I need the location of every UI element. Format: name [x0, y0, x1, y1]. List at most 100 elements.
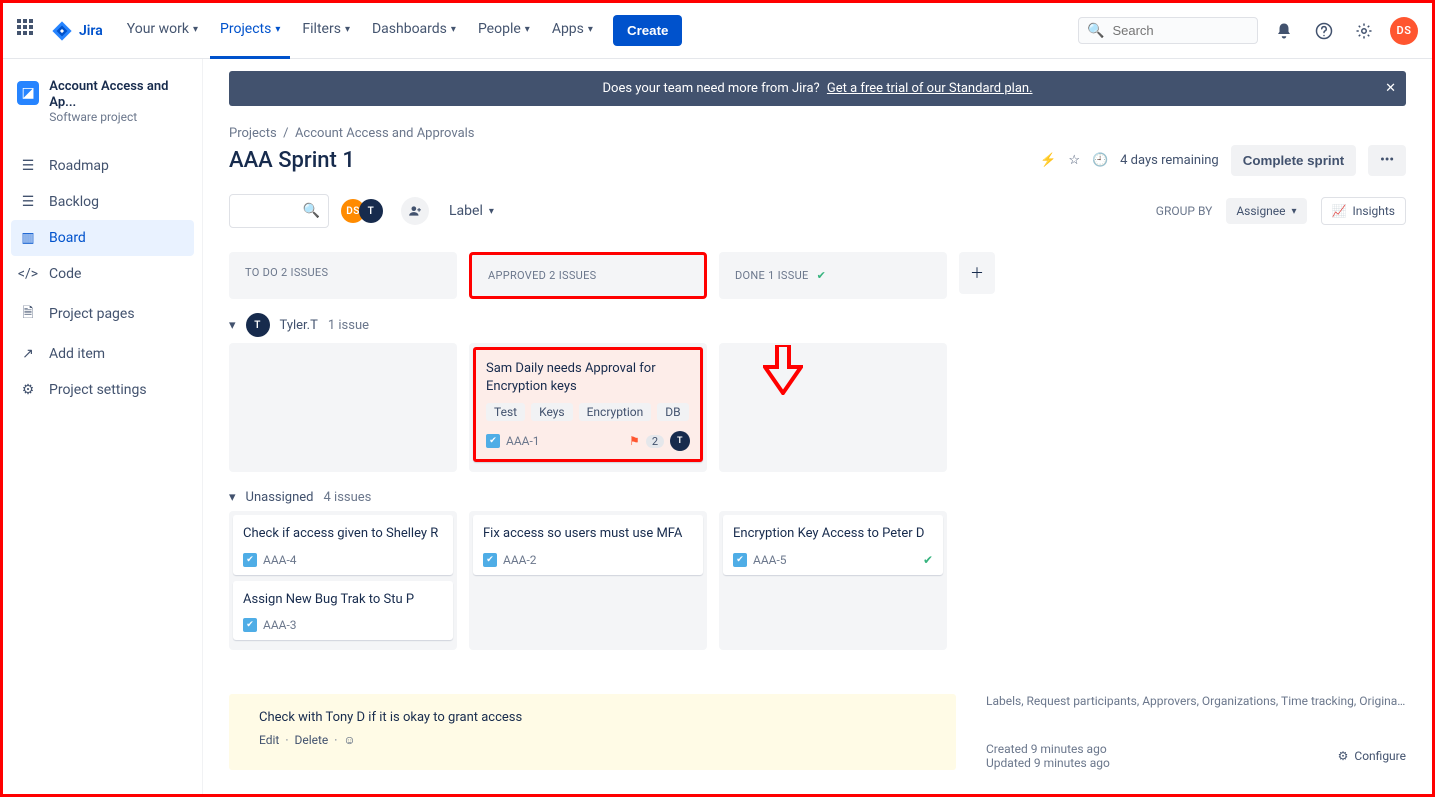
groupby-select[interactable]: Assignee▾ [1226, 198, 1306, 224]
chevron-down-icon: ▾ [345, 24, 350, 35]
card-key[interactable]: AAA-5 [753, 553, 787, 567]
nav-dashboards[interactable]: Dashboards▾ [362, 3, 466, 59]
project-icon: ◪ [17, 81, 39, 105]
card-aaa-3[interactable]: Assign New Bug Trak to Stu P ✔ AAA-3 [233, 581, 453, 641]
done-check-icon: ✔ [923, 553, 933, 567]
complete-sprint-button[interactable]: Complete sprint [1231, 145, 1356, 176]
issue-detail-strip: Check with Tony D if it is okay to grant… [229, 694, 1406, 770]
search-icon: 🔍 [303, 203, 320, 219]
configure-button[interactable]: ⚙ Configure [1338, 742, 1406, 770]
sidebar-pages[interactable]: 🗎Project pages [11, 292, 194, 336]
star-icon[interactable]: ☆ [1068, 153, 1080, 168]
sidebar-board[interactable]: ▥Board [11, 220, 194, 256]
add-icon: ↗ [19, 346, 37, 362]
card-key[interactable]: AAA-4 [263, 553, 297, 567]
chevron-down-icon: ▾ [229, 490, 236, 505]
create-button[interactable]: Create [613, 15, 683, 46]
notifications-icon[interactable] [1270, 17, 1298, 45]
chevron-down-icon: ▾ [451, 24, 456, 35]
nav-apps[interactable]: Apps▾ [542, 3, 603, 59]
lane-unassigned-done[interactable]: Encryption Key Access to Peter D ✔ AAA-5… [719, 511, 947, 650]
column-done[interactable]: DONE 1 ISSUE ✔ [719, 252, 947, 299]
sidebar-add-item[interactable]: ↗Add item [11, 336, 194, 372]
nav-people[interactable]: People▾ [468, 3, 540, 59]
breadcrumb-project[interactable]: Account Access and Approvals [295, 126, 475, 141]
user-avatar[interactable]: DS [1390, 17, 1418, 45]
swimlane-unassigned[interactable]: ▾ Unassigned 4 issues [229, 490, 1406, 505]
jira-logo[interactable]: Jira [51, 20, 103, 42]
comment-react-icon[interactable]: ☺ [343, 733, 355, 747]
task-type-icon: ✔ [733, 553, 747, 567]
swimlane-name: Tyler.T [280, 318, 318, 333]
lane-unassigned-approved[interactable]: Fix access so users must use MFA ✔ AAA-2 [469, 511, 707, 650]
banner-close-icon[interactable]: ✕ [1385, 81, 1396, 96]
project-type: Software project [49, 110, 188, 124]
card-key[interactable]: AAA-1 [506, 434, 540, 448]
card-aaa-1[interactable]: Sam Daily needs Approval for Encryption … [473, 347, 703, 462]
project-header[interactable]: ◪ Account Access and Ap... Software proj… [11, 79, 194, 138]
label-filter[interactable]: Label▾ [449, 203, 494, 219]
card-title: Check if access given to Shelley R [243, 525, 443, 543]
add-column-button[interactable]: ＋ [959, 252, 995, 294]
banner-link[interactable]: Get a free trial of our Standard plan. [827, 81, 1033, 96]
tag[interactable]: Keys [531, 403, 573, 421]
automation-icon[interactable]: ⚡ [1040, 153, 1056, 168]
card-assignee-avatar[interactable]: T [670, 431, 690, 451]
card-title: Fix access so users must use MFA [483, 525, 693, 543]
global-search[interactable]: 🔍 [1078, 17, 1258, 44]
created-label: Created 9 minutes ago [986, 742, 1110, 756]
card-aaa-2[interactable]: Fix access so users must use MFA ✔ AAA-2 [473, 515, 703, 575]
board-columns: TO DO 2 ISSUES APPROVED 2 ISSUES DONE 1 … [229, 252, 1406, 299]
card-aaa-5[interactable]: Encryption Key Access to Peter D ✔ AAA-5… [723, 515, 943, 575]
lane-tyler-approved[interactable]: Sam Daily needs Approval for Encryption … [469, 343, 707, 472]
project-sidebar: ◪ Account Access and Ap... Software proj… [3, 59, 203, 794]
groupby-label: GROUP BY [1156, 204, 1213, 218]
jira-wordmark: Jira [79, 23, 103, 39]
tag[interactable]: Encryption [579, 403, 652, 421]
configurable-fields: Labels, Request participants, Approvers,… [986, 694, 1406, 708]
add-people-button[interactable] [401, 197, 429, 225]
column-approved[interactable]: APPROVED 2 ISSUES [469, 252, 707, 299]
swimlane-tyler[interactable]: ▾ T Tyler.T 1 issue [229, 313, 1406, 337]
jira-icon [51, 20, 73, 42]
nav-your-work[interactable]: Your work▾ [117, 3, 208, 59]
sidebar-roadmap[interactable]: ☰Roadmap [11, 148, 194, 184]
sidebar-backlog[interactable]: ☰Backlog [11, 184, 194, 220]
tag[interactable]: Test [486, 403, 525, 421]
search-icon: 🔍 [1087, 23, 1104, 39]
column-todo[interactable]: TO DO 2 ISSUES [229, 252, 457, 299]
clock-icon: 🕘 [1092, 153, 1108, 168]
card-key[interactable]: AAA-2 [503, 553, 537, 567]
board-search[interactable]: 🔍 [229, 194, 329, 228]
help-icon[interactable] [1310, 17, 1338, 45]
comment-edit[interactable]: Edit [259, 733, 279, 747]
swimlane-count: 1 issue [328, 318, 369, 333]
settings-icon[interactable] [1350, 17, 1378, 45]
app-switcher-icon[interactable] [17, 19, 41, 43]
card-aaa-4[interactable]: Check if access given to Shelley R ✔ AAA… [233, 515, 453, 575]
sidebar-code[interactable]: </>Code [11, 256, 194, 292]
insights-button[interactable]: 📈Insights [1321, 197, 1406, 225]
card-tags: Test Keys Encryption DB [486, 403, 690, 421]
nav-projects[interactable]: Projects▾ [210, 3, 290, 59]
avatar-filter[interactable]: DS T [341, 199, 383, 223]
swimlane-name: Unassigned [246, 490, 314, 505]
breadcrumb-projects[interactable]: Projects [229, 126, 277, 141]
avatar-t[interactable]: T [359, 199, 383, 223]
code-icon: </> [19, 266, 37, 282]
gear-icon: ⚙ [1338, 749, 1349, 763]
lane-tyler-todo[interactable] [229, 343, 457, 472]
nav-right: 🔍 DS [1078, 17, 1418, 45]
roadmap-icon: ☰ [19, 158, 37, 174]
search-input[interactable] [1110, 22, 1249, 39]
tag[interactable]: DB [657, 403, 688, 421]
card-key[interactable]: AAA-3 [263, 618, 297, 632]
comment-delete[interactable]: Delete [294, 733, 328, 747]
lane-unassigned-todo[interactable]: Check if access given to Shelley R ✔ AAA… [229, 511, 457, 650]
sidebar-settings[interactable]: ⚙Project settings [11, 372, 194, 408]
card-title: Assign New Bug Trak to Stu P [243, 591, 443, 609]
gear-icon: ⚙ [19, 382, 37, 398]
more-menu-button[interactable]: ••• [1368, 145, 1406, 176]
lane-tyler-done[interactable] [719, 343, 947, 472]
nav-filters[interactable]: Filters▾ [292, 3, 360, 59]
